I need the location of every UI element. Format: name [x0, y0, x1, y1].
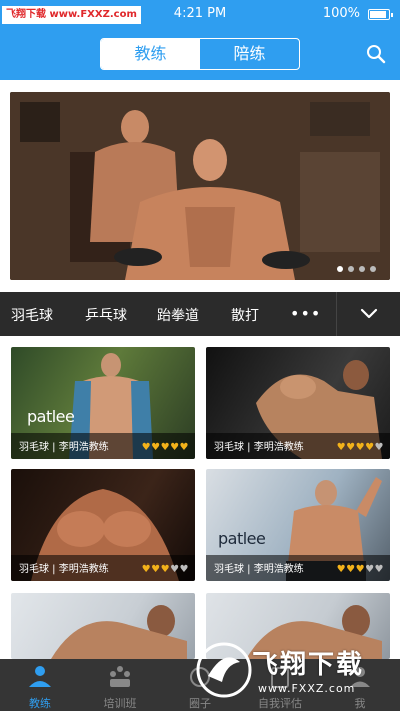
heart-icon: ♥ [160, 442, 171, 453]
category-badminton[interactable]: 羽毛球 [11, 305, 53, 325]
heart-icon: ♥ [151, 564, 161, 575]
heart-icon: ♥ [365, 564, 375, 575]
heart-icon: ♥ [141, 564, 152, 575]
heart-icon: ♥ [179, 442, 189, 453]
tab-sparring[interactable]: 陪练 [200, 39, 299, 69]
chevron-down-icon[interactable] [360, 306, 378, 320]
heart-icon: ♥ [336, 442, 347, 453]
heart-icon: ♥ [151, 442, 161, 453]
heart-icon: ♥ [170, 564, 180, 575]
coach-card[interactable] [11, 593, 195, 659]
card-caption: 羽毛球 | 李明浩教练 [214, 564, 304, 575]
rating-hearts: ♥♥♥♥♥ [337, 564, 384, 575]
heart-icon: ♥ [374, 442, 384, 453]
coach-card[interactable]: 羽毛球 | 李明浩教练 ♥♥♥♥♥ [11, 469, 195, 581]
rating-hearts: ♥♥♥♥♥ [142, 564, 189, 575]
pager-dot[interactable] [370, 266, 376, 272]
category-table-tennis[interactable]: 乒乓球 [85, 305, 127, 325]
coach-card[interactable]: 羽毛球 | 李明浩教练 ♥♥♥♥♥ [206, 347, 390, 459]
tab-training-class[interactable]: 培训班 [80, 665, 160, 711]
coach-card[interactable]: patlee 羽毛球 | 李明浩教练 ♥♥♥♥♥ [206, 469, 390, 581]
tab-coach-bottom[interactable]: 教练 [0, 665, 80, 711]
divider [336, 292, 337, 336]
tab-label: 教练 [29, 697, 51, 710]
banner-pager [337, 266, 376, 272]
tab-coach[interactable]: 教练 [101, 39, 200, 69]
category-bar: 羽毛球 乒乓球 跆拳道 散打 ••• [0, 292, 400, 336]
pager-dot[interactable] [337, 266, 343, 272]
hero-banner[interactable] [10, 92, 390, 280]
watermark-url: www.FXXZ.com [258, 682, 356, 695]
heart-icon: ♥ [346, 442, 356, 453]
heart-icon: ♥ [374, 564, 384, 575]
heart-icon: ♥ [336, 564, 347, 575]
brand-logo: patlee [218, 529, 266, 548]
battery-icon [368, 9, 393, 20]
more-categories-button[interactable]: ••• [290, 304, 321, 323]
app-screen: 飞翔下载 www.FXXZ.com 4:21 PM 100% 教练 陪练 羽毛球… [0, 0, 400, 711]
battery-percent: 100% [322, 6, 360, 21]
header: 飞翔下载 www.FXXZ.com 4:21 PM 100% 教练 陪练 [0, 0, 400, 80]
rating-hearts: ♥♥♥♥♥ [337, 442, 384, 453]
heart-icon: ♥ [141, 442, 152, 453]
watermark-logo-icon [196, 642, 252, 698]
category-taekwondo[interactable]: 跆拳道 [157, 305, 199, 325]
heart-icon: ♥ [346, 564, 356, 575]
coach-card[interactable]: patlee 羽毛球 | 李明浩教练 ♥♥♥♥♥ [11, 347, 195, 459]
heart-icon: ♥ [179, 564, 189, 575]
card-photo [51, 605, 187, 659]
watermark-text: 飞翔下载 [252, 650, 365, 680]
watermark: 飞翔下载 www.FXXZ.com [196, 640, 396, 702]
card-caption: 羽毛球 | 李明浩教练 [19, 564, 109, 575]
heart-icon: ♥ [355, 442, 366, 453]
class-icon [110, 666, 130, 687]
heart-icon: ♥ [160, 564, 171, 575]
brand-logo: patlee [27, 407, 75, 426]
rating-hearts: ♥♥♥♥♥ [142, 442, 189, 453]
pager-dot[interactable] [359, 266, 365, 272]
coach-icon [29, 666, 51, 687]
search-icon[interactable] [366, 44, 386, 64]
heart-icon: ♥ [365, 442, 375, 453]
heart-icon: ♥ [355, 564, 366, 575]
banner-image [10, 92, 390, 280]
pager-dot[interactable] [348, 266, 354, 272]
tab-label: 培训班 [103, 697, 137, 710]
card-caption: 羽毛球 | 李明浩教练 [214, 442, 304, 453]
category-sanda[interactable]: 散打 [231, 305, 259, 325]
heart-icon: ♥ [170, 442, 180, 453]
status-bar: 飞翔下载 www.FXXZ.com 4:21 PM 100% [0, 0, 400, 26]
mode-switch: 教练 陪练 [100, 38, 300, 70]
card-caption: 羽毛球 | 李明浩教练 [19, 442, 109, 453]
